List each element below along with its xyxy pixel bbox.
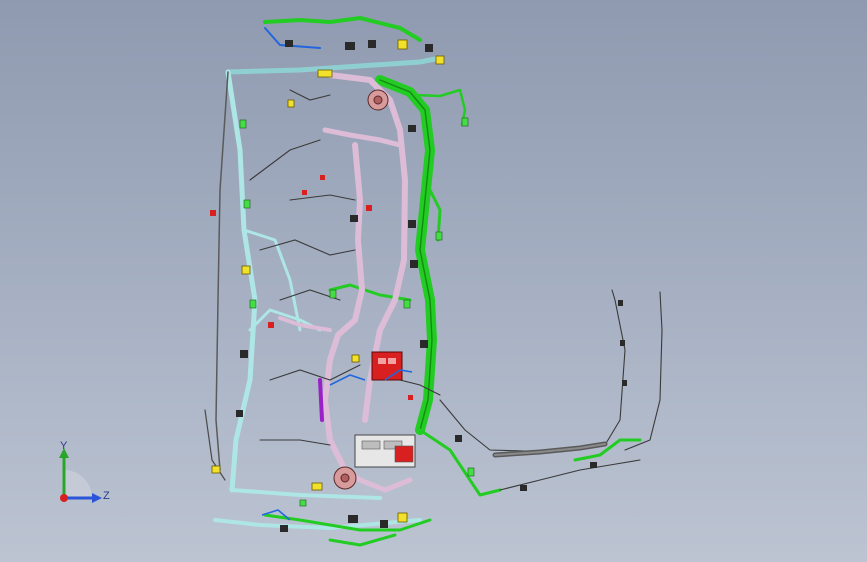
cad-graphics-area[interactable]: Y Z <box>0 0 867 562</box>
red-fuse-box <box>371 351 403 381</box>
z-axis-label: Z <box>103 490 110 502</box>
coordinate-triad: Y Z <box>52 440 112 506</box>
y-axis-label: Y <box>60 440 68 452</box>
thin-wire-branches <box>249 89 663 491</box>
wire-harness-model[interactable] <box>0 0 867 562</box>
pink-center-branch <box>278 72 413 493</box>
center-junction-module <box>354 434 416 468</box>
right-extension-cable <box>492 441 608 458</box>
